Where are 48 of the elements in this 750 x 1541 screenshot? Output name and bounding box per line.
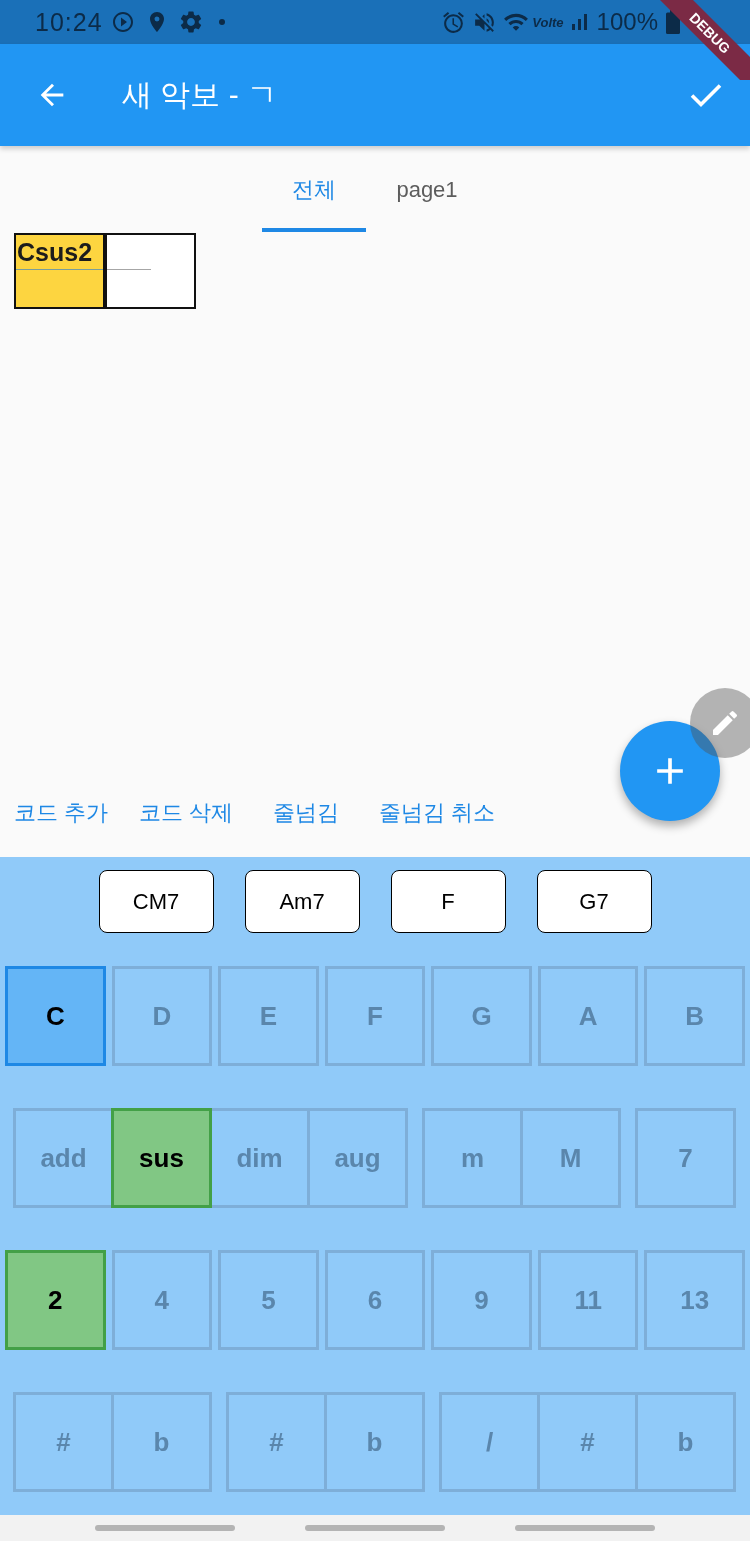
confirm-button[interactable] [690,82,722,108]
chord-suggestion-button[interactable]: G7 [536,870,652,933]
measure-cell[interactable] [105,233,196,309]
status-time: 10:24 [35,9,103,35]
chord-extension-key[interactable]: 4 [111,1250,213,1350]
toolbar-action[interactable]: 줄넘김 [273,790,340,836]
battery-icon [666,10,680,34]
toolbar-action[interactable]: 코드 삭제 [139,790,234,836]
chord-extension-key[interactable]: 5 [218,1250,319,1350]
chord-extension-key[interactable]: 9 [431,1250,532,1350]
root-note-key[interactable]: D [111,966,213,1066]
root-note-key[interactable]: C [5,966,106,1066]
accidental-key[interactable]: b [111,1392,212,1492]
root-note-key[interactable]: E [218,966,319,1066]
chord-suggestion-button[interactable]: Am7 [244,870,360,933]
checkmark-icon [690,82,722,108]
root-note-key[interactable]: B [644,966,745,1066]
chord-extension-key[interactable]: 2 [5,1250,106,1350]
accidental-key[interactable]: # [13,1392,114,1492]
accidental-key[interactable]: # [226,1392,327,1492]
add-button[interactable] [620,721,720,821]
chord-quality-key[interactable]: 7 [635,1108,736,1208]
root-note-key[interactable]: G [431,966,532,1066]
tab[interactable]: page1 [366,146,488,233]
accidental-key[interactable]: # [537,1392,638,1492]
screen-title: 새 악보 - ㄱ [122,80,277,110]
chord-suggestion-button[interactable]: CM7 [98,870,214,933]
chord-quality-key[interactable]: sus [111,1108,212,1208]
chord-suggestion-button[interactable]: F [390,870,506,933]
chord-quality-key[interactable]: dim [209,1108,310,1208]
measure-cell[interactable]: Csus2 [14,233,105,309]
chord-quality-key[interactable]: m [422,1108,523,1208]
toolbar-action[interactable]: 줄넘김 취소 [379,790,496,836]
chord-extension-key[interactable]: 11 [537,1250,639,1350]
chord-quality-key[interactable]: M [520,1108,621,1208]
accidental-key[interactable]: b [635,1392,736,1492]
root-note-key[interactable]: A [537,966,639,1066]
chord-extension-key[interactable]: 6 [324,1250,426,1350]
tab[interactable]: 전체 [262,146,367,233]
chord-extension-key[interactable]: 13 [644,1250,745,1350]
accidental-key[interactable]: / [439,1392,540,1492]
toolbar-action[interactable]: 코드 추가 [14,790,109,836]
accidental-key[interactable]: b [324,1392,425,1492]
volte-label: Volte [532,15,564,29]
battery-percent: 100% [596,10,658,34]
root-note-key[interactable]: F [324,966,426,1066]
chord-quality-key[interactable]: aug [307,1108,408,1208]
edit-button[interactable] [690,688,750,758]
